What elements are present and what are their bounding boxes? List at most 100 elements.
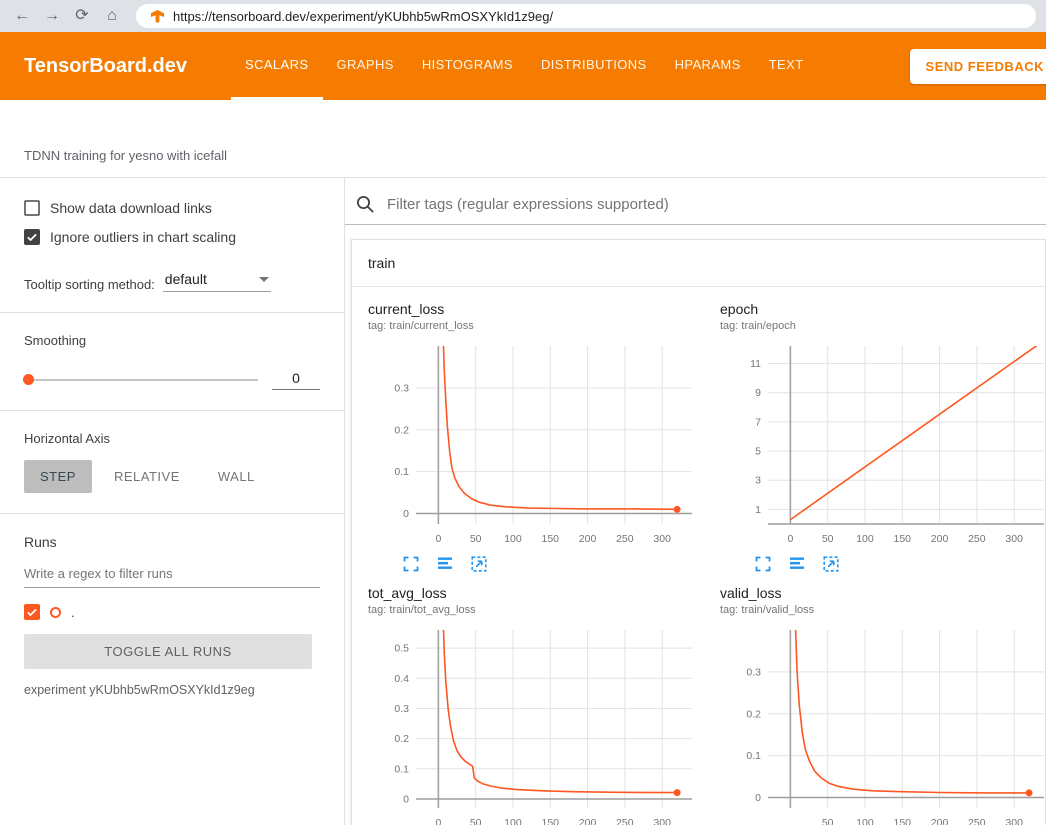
ignore-outliers-checkbox[interactable] — [24, 229, 40, 245]
svg-text:0.5: 0.5 — [394, 643, 409, 655]
sidebar-divider — [0, 410, 344, 411]
forward-icon[interactable]: → — [40, 4, 64, 28]
slider-thumb[interactable] — [23, 374, 34, 385]
axis-wall-button[interactable]: WALL — [202, 460, 271, 493]
svg-text:300: 300 — [653, 533, 671, 545]
check-icon — [26, 606, 38, 618]
svg-text:3: 3 — [755, 475, 761, 487]
tab-scalars[interactable]: SCALARS — [231, 32, 323, 100]
fit-domain-icon[interactable] — [822, 555, 840, 573]
svg-text:300: 300 — [1005, 533, 1023, 545]
check-icon — [26, 231, 38, 243]
svg-text:150: 150 — [894, 533, 912, 545]
scalar-line-chart[interactable]: 05010015020025030000.10.20.30.40.5 — [368, 624, 698, 825]
runs-filter-input[interactable] — [24, 560, 320, 588]
svg-text:0.2: 0.2 — [746, 708, 761, 720]
run-list-item: . — [24, 604, 320, 620]
send-feedback-button[interactable]: SEND FEEDBACK — [910, 49, 1046, 84]
chart-card-tot-avg-loss: tot_avg_loss tag: train/tot_avg_loss 050… — [368, 585, 698, 825]
svg-text:300: 300 — [653, 817, 671, 825]
run-color-indicator — [50, 607, 61, 618]
smoothing-slider-row: 0 — [24, 370, 320, 390]
chart-card-valid-loss: valid_loss tag: train/valid_loss 5010015… — [720, 585, 1046, 825]
expand-chart-icon[interactable] — [402, 555, 420, 573]
address-bar[interactable]: https://tensorboard.dev/experiment/yKUbh… — [136, 4, 1036, 28]
svg-text:300: 300 — [1005, 817, 1023, 825]
expand-chart-icon[interactable] — [754, 555, 772, 573]
brand-title[interactable]: TensorBoard.dev — [24, 55, 187, 78]
run-name: . — [71, 605, 75, 620]
tag-filter-input[interactable] — [385, 195, 1046, 214]
run-checkbox[interactable] — [24, 604, 40, 620]
scalar-line-chart[interactable]: 5010015020025030000.10.20.3 — [720, 624, 1046, 825]
url-text[interactable]: https://tensorboard.dev/experiment/yKUbh… — [173, 9, 553, 24]
tooltip-sorting-row: Tooltip sorting method: default — [24, 269, 320, 292]
settings-sidebar: Show data download links Ignore outliers… — [0, 178, 345, 825]
chart-title: tot_avg_loss — [368, 585, 698, 601]
svg-text:150: 150 — [894, 817, 912, 825]
chart-card-current-loss: current_loss tag: train/current_loss 050… — [368, 301, 698, 573]
tooltip-sorting-value: default — [165, 271, 207, 287]
smoothing-value-field[interactable]: 0 — [272, 370, 320, 390]
home-icon[interactable]: ⌂ — [100, 4, 124, 28]
svg-text:9: 9 — [755, 387, 761, 399]
smoothing-slider[interactable] — [24, 379, 258, 381]
horizontal-axis-buttons: STEP RELATIVE WALL — [24, 460, 320, 493]
svg-text:0.3: 0.3 — [394, 382, 409, 394]
fit-domain-icon[interactable] — [470, 555, 488, 573]
svg-text:250: 250 — [968, 817, 986, 825]
group-title-train[interactable]: train — [352, 240, 1045, 287]
chart-title: epoch — [720, 301, 1046, 317]
chart-title: valid_loss — [720, 585, 1046, 601]
svg-text:0.3: 0.3 — [394, 703, 409, 715]
smoothing-label: Smoothing — [24, 333, 320, 348]
reload-icon[interactable]: ⟳ — [70, 4, 94, 28]
search-icon — [355, 194, 375, 214]
tab-distributions[interactable]: DISTRIBUTIONS — [527, 32, 661, 100]
site-favicon — [150, 9, 165, 24]
toggle-all-runs-button[interactable]: TOGGLE ALL RUNS — [24, 634, 312, 669]
horizontal-axis-label: Horizontal Axis — [24, 431, 320, 446]
svg-text:50: 50 — [822, 817, 834, 825]
svg-text:0: 0 — [435, 533, 441, 545]
tab-histograms[interactable]: HISTOGRAMS — [408, 32, 527, 100]
back-icon[interactable]: ← — [10, 4, 34, 28]
sidebar-divider — [0, 312, 344, 313]
chart-tag: tag: train/epoch — [720, 320, 1046, 332]
chart-tag: tag: train/valid_loss — [720, 604, 1046, 616]
chart-toolbar — [754, 555, 1046, 573]
chart-toolbar — [402, 555, 698, 573]
tab-graphs[interactable]: GRAPHS — [323, 32, 408, 100]
experiment-caption: experiment yKUbhb5wRmOSXYkId1z9eg — [24, 683, 320, 697]
sidebar-divider — [0, 513, 344, 514]
svg-text:50: 50 — [470, 533, 482, 545]
axis-step-button[interactable]: STEP — [24, 460, 92, 493]
charts-grid: current_loss tag: train/current_loss 050… — [352, 287, 1045, 825]
svg-text:0.4: 0.4 — [394, 673, 409, 685]
tab-text[interactable]: TEXT — [755, 32, 818, 100]
svg-text:1: 1 — [755, 504, 761, 516]
show-download-links-checkbox[interactable] — [24, 200, 40, 216]
svg-text:200: 200 — [931, 817, 949, 825]
tooltip-sorting-select[interactable]: default — [163, 269, 271, 292]
svg-text:200: 200 — [579, 817, 597, 825]
scalars-main-panel: train current_loss tag: train/current_lo… — [345, 178, 1046, 825]
scalar-line-chart[interactable]: 0501001502002503001357911 — [720, 340, 1046, 550]
toggle-data-lines-icon[interactable] — [788, 555, 806, 573]
ignore-outliers-label: Ignore outliers in chart scaling — [50, 229, 236, 245]
svg-text:0: 0 — [403, 793, 409, 805]
svg-text:200: 200 — [931, 533, 949, 545]
tab-hparams[interactable]: HPARAMS — [661, 32, 755, 100]
svg-text:100: 100 — [856, 533, 874, 545]
svg-text:5: 5 — [755, 446, 761, 458]
toggle-data-lines-icon[interactable] — [436, 555, 454, 573]
chart-tag: tag: train/current_loss — [368, 320, 698, 332]
show-download-links-label: Show data download links — [50, 200, 212, 216]
tooltip-sorting-label: Tooltip sorting method: — [24, 277, 155, 292]
svg-text:0.3: 0.3 — [746, 666, 761, 678]
scalar-line-chart[interactable]: 05010015020025030000.10.20.3 — [368, 340, 698, 550]
axis-relative-button[interactable]: RELATIVE — [98, 460, 196, 493]
show-download-links-row: Show data download links — [24, 200, 320, 216]
svg-text:0.2: 0.2 — [394, 733, 409, 745]
svg-text:7: 7 — [755, 416, 761, 428]
